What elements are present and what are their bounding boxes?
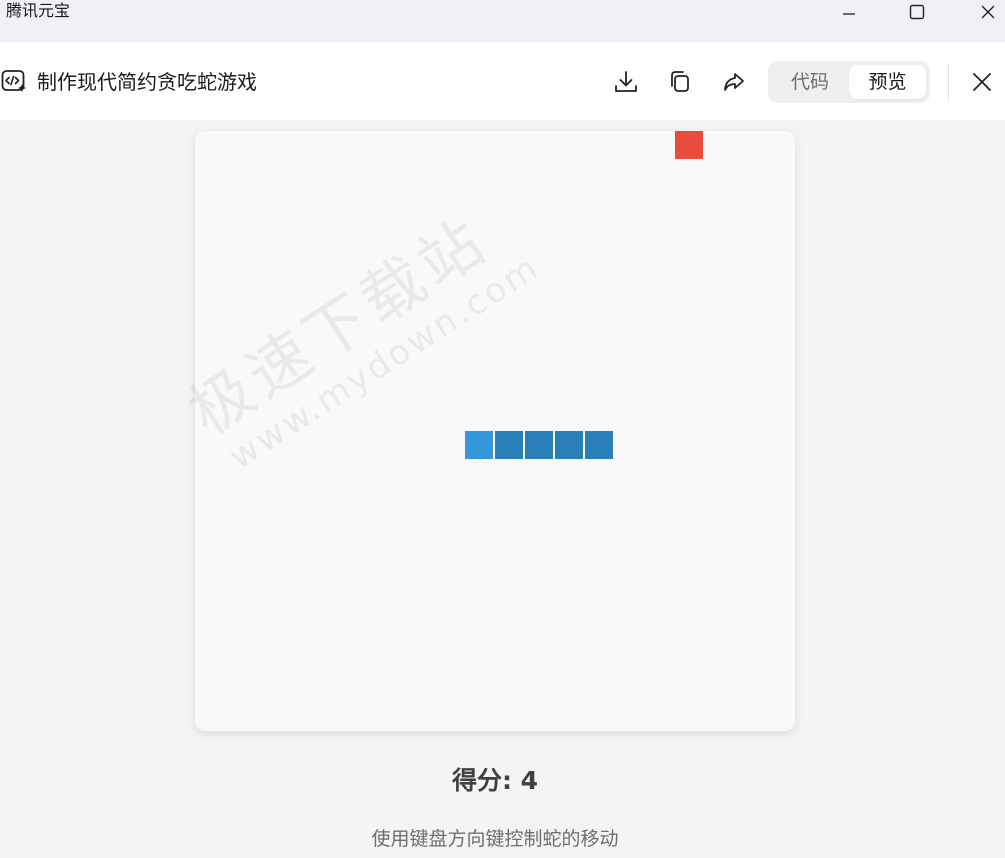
maximize-button[interactable] [894, 0, 940, 24]
maximize-icon [909, 4, 925, 20]
tab-code[interactable]: 代码 [772, 65, 848, 99]
food-cell [675, 131, 703, 159]
code-file-icon [0, 69, 28, 93]
share-icon [724, 73, 744, 91]
snake-head [465, 431, 493, 459]
close-icon [973, 73, 991, 91]
app-title: 腾讯元宝 [6, 1, 71, 20]
close-window-button[interactable] [965, 0, 1005, 24]
controls-hint: 使用键盘方向键控制蛇的移动 [371, 828, 619, 850]
score-display: 得分: 4 [451, 766, 539, 795]
header-divider [948, 64, 949, 100]
minimize-icon [843, 13, 855, 15]
snake-segment [555, 431, 583, 459]
preview-header: 制作现代简约贪吃蛇游戏 代码 预览 [0, 42, 1005, 120]
game-board[interactable] [195, 131, 795, 731]
snake-segment [585, 431, 613, 459]
tab-preview[interactable]: 预览 [849, 65, 926, 99]
share-button[interactable] [719, 67, 749, 97]
minimize-button[interactable] [826, 0, 872, 24]
download-button[interactable] [611, 67, 641, 97]
copy-icon [671, 71, 689, 92]
snake-segment [525, 431, 553, 459]
view-mode-toggle: 代码 预览 [768, 61, 930, 103]
close-preview-button[interactable] [967, 67, 997, 97]
window-titlebar: 腾讯元宝 [0, 0, 1005, 42]
download-icon [615, 71, 637, 92]
snake-segment [495, 431, 523, 459]
close-icon [981, 5, 995, 19]
copy-button[interactable] [665, 67, 695, 97]
page-title: 制作现代简约贪吃蛇游戏 [37, 70, 257, 94]
